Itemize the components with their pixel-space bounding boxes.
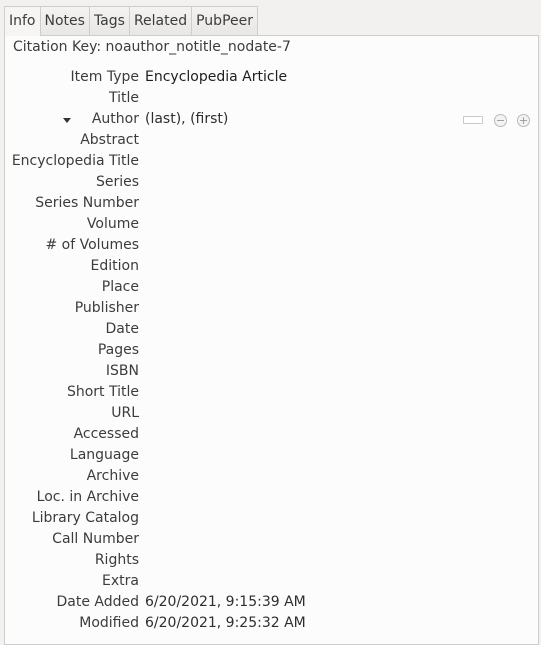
field-label: Pages (97, 342, 139, 358)
field-row[interactable]: Publisher (5, 300, 538, 321)
field-row[interactable]: ISBN (5, 363, 538, 384)
field-label: Title (108, 90, 139, 106)
tab-info[interactable]: Info (4, 6, 41, 36)
field-label: Accessed (73, 426, 139, 442)
field-label: Series Number (35, 195, 139, 211)
field-date-added: Date Added 6/20/2021, 9:15:39 AM (5, 594, 538, 615)
modified-value: 6/20/2021, 9:25:32 AM (145, 615, 306, 631)
field-label: Date Added (56, 594, 139, 610)
field-row[interactable]: # of Volumes (5, 237, 538, 258)
field-row[interactable]: Date (5, 321, 538, 342)
field-row[interactable]: Encyclopedia Title (5, 153, 538, 174)
field-row[interactable]: Extra (5, 573, 538, 594)
field-label: Extra (102, 573, 139, 589)
field-row[interactable]: Loc. in Archive (5, 489, 538, 510)
field-label: Series (95, 174, 139, 190)
plus-circle-icon[interactable]: + (517, 114, 530, 127)
field-label: # of Volumes (45, 237, 140, 253)
field-row[interactable]: Series (5, 174, 538, 195)
info-panel: Citation Key: noauthor_notitle_nodate-7 … (4, 35, 539, 645)
field-row[interactable]: Place (5, 279, 538, 300)
field-label: ISBN (105, 363, 139, 379)
field-label[interactable]: Author (92, 111, 139, 127)
field-row[interactable]: Pages (5, 342, 538, 363)
field-row[interactable]: Language (5, 447, 538, 468)
field-row[interactable]: Library Catalog (5, 510, 538, 531)
field-row[interactable]: Rights (5, 552, 538, 573)
field-author: Author (last), (first) − + (5, 111, 538, 132)
item-fields: Item Type Encyclopedia Article Title Aut… (5, 69, 538, 636)
field-row[interactable]: Abstract (5, 132, 538, 153)
author-value[interactable]: (last), (first) (145, 111, 228, 127)
tab-bar: Info Notes Tags Related PubPeer (4, 6, 258, 36)
field-row[interactable]: Short Title (5, 384, 538, 405)
field-label: Language (69, 447, 139, 463)
citation-key: Citation Key: noauthor_notitle_nodate-7 (13, 39, 291, 55)
minus-circle-icon[interactable]: − (494, 114, 507, 127)
field-label: Date (105, 321, 139, 337)
field-label: Library Catalog (31, 510, 139, 526)
creator-mode-toggle[interactable] (463, 116, 483, 124)
field-label: Call Number (52, 531, 139, 547)
field-label: Loc. in Archive (36, 489, 139, 505)
field-label: Item Type (70, 69, 139, 85)
field-row[interactable]: Volume (5, 216, 538, 237)
field-label: Abstract (80, 132, 139, 148)
field-modified: Modified 6/20/2021, 9:25:32 AM (5, 615, 538, 636)
date-added-value: 6/20/2021, 9:15:39 AM (145, 594, 306, 610)
field-label: Volume (86, 216, 139, 232)
field-label: Encyclopedia Title (11, 153, 139, 169)
field-row[interactable]: Series Number (5, 195, 538, 216)
field-title: Title (5, 90, 538, 111)
field-row[interactable]: Call Number (5, 531, 538, 552)
field-label: URL (111, 405, 139, 421)
item-type-select[interactable]: Encyclopedia Article (145, 69, 287, 85)
field-label: Short Title (66, 384, 139, 400)
field-label: Publisher (74, 300, 139, 316)
disclosure-triangle-icon[interactable] (63, 118, 71, 123)
field-label: Edition (90, 258, 139, 274)
field-row[interactable]: Accessed (5, 426, 538, 447)
field-label: Modified (79, 615, 139, 631)
field-row[interactable]: Archive (5, 468, 538, 489)
field-label: Rights (94, 552, 139, 568)
field-label: Place (101, 279, 139, 295)
field-row[interactable]: Edition (5, 258, 538, 279)
field-label: Archive (86, 468, 139, 484)
tab-related[interactable]: Related (128, 6, 193, 35)
tab-tags[interactable]: Tags (88, 6, 130, 35)
field-row[interactable]: URL (5, 405, 538, 426)
tab-notes[interactable]: Notes (39, 6, 90, 35)
tab-pubpeer[interactable]: PubPeer (191, 6, 258, 35)
field-item-type: Item Type Encyclopedia Article (5, 69, 538, 90)
